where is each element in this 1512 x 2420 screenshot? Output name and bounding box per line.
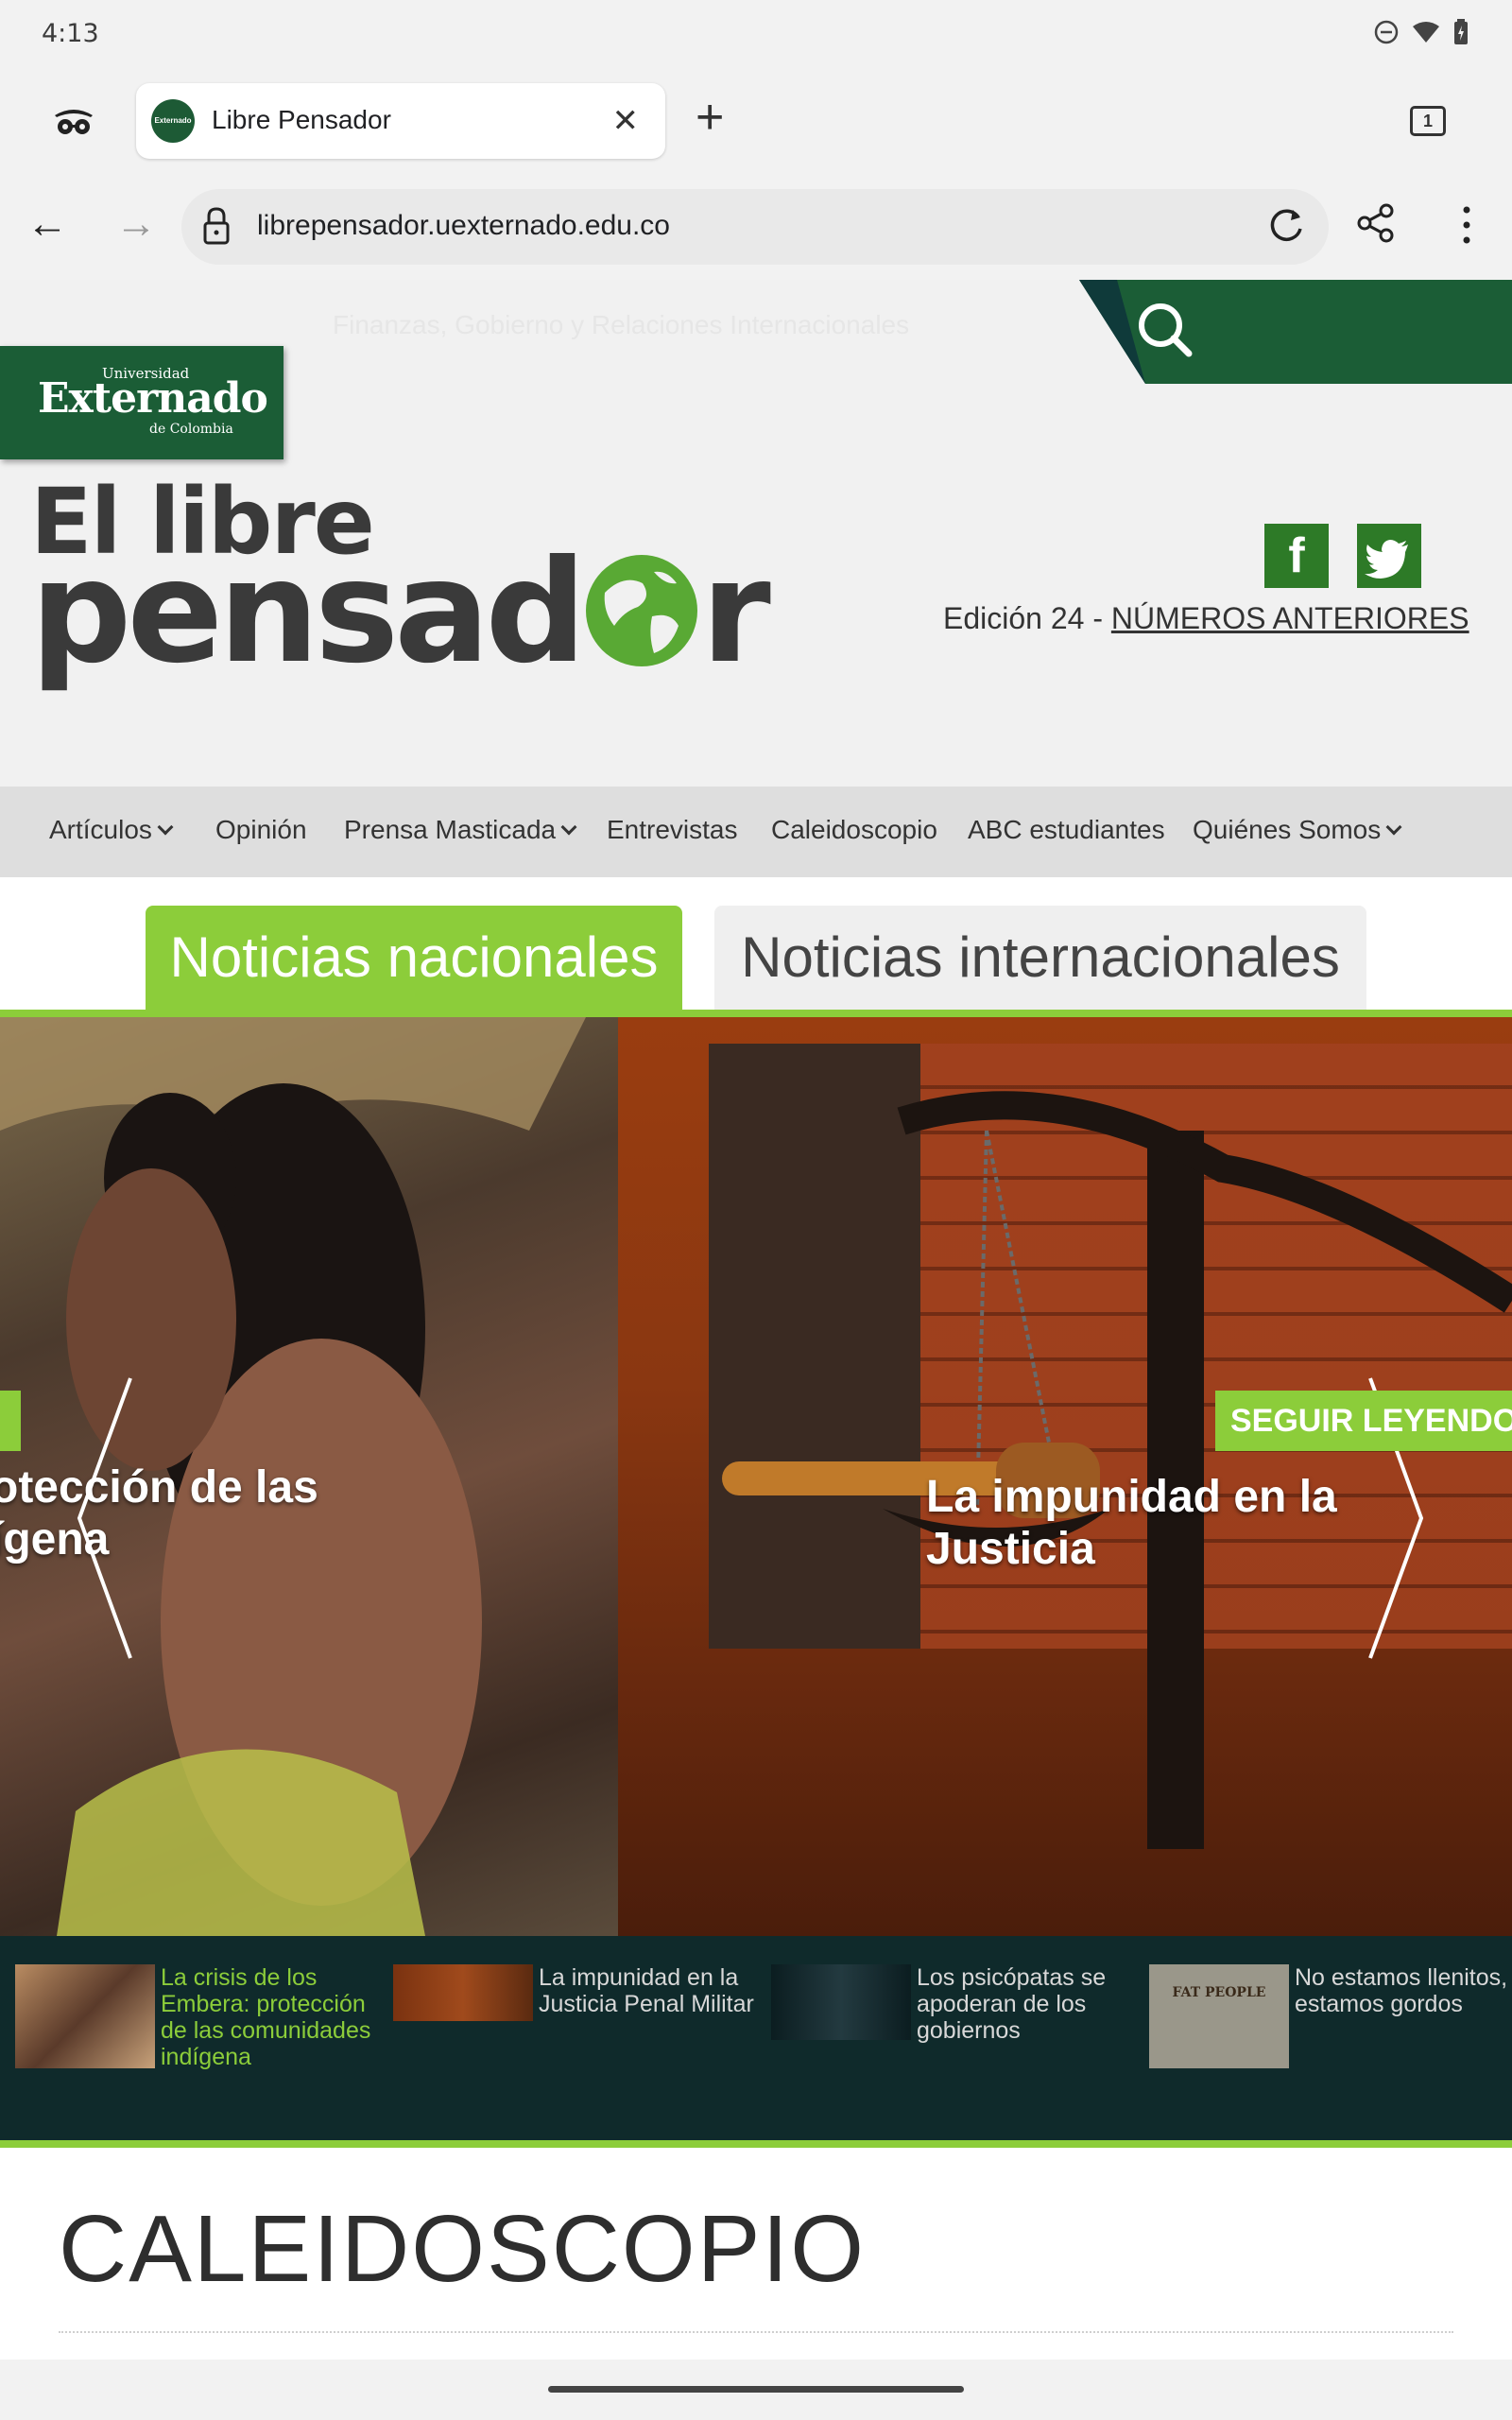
more-menu-icon[interactable] — [1457, 204, 1476, 246]
nav-item-label: ABC estudiantes — [968, 815, 1165, 844]
wifi-icon — [1413, 22, 1439, 43]
nav-item-entrevistas[interactable]: Entrevistas — [607, 815, 738, 845]
status-time: 4:13 — [42, 19, 99, 48]
read-more-button-partial[interactable] — [0, 1391, 21, 1451]
slide-left-caption[interactable]: otección de las ígena — [0, 1461, 318, 1565]
back-button[interactable]: ← — [26, 200, 68, 248]
status-icons — [1374, 19, 1469, 45]
nav-item-prensa-masticada[interactable]: Prensa Masticada — [344, 815, 577, 845]
slider-thumbnails: La crisis de los Embera: protección de l… — [0, 1936, 1512, 2140]
edition-info: Edición 24 - NÚMEROS ANTERIORES — [943, 601, 1469, 636]
tabs-divider — [0, 1010, 1512, 1017]
web-page: Finanzas, Gobierno y Relaciones Internac… — [0, 280, 1512, 2360]
chevron-left-icon[interactable] — [76, 1376, 132, 1660]
slide-left-caption-line-1: otección de las — [0, 1462, 318, 1512]
externado-logo[interactable]: Universidad Externado de Colombia — [0, 346, 284, 459]
logo-externado-label: Externado — [38, 374, 268, 423]
nav-item-label: Opinión — [215, 815, 307, 844]
do-not-disturb-icon — [1374, 20, 1399, 44]
brand-line-2[interactable]: pensad r — [30, 527, 771, 698]
new-tab-button[interactable]: + — [696, 89, 724, 146]
slide-left-caption-line-2: ígena — [0, 1514, 110, 1564]
tab-noticias-internacionales[interactable]: Noticias internacionales — [714, 906, 1366, 1015]
thumb-title: La crisis de los Embera: protección de l… — [161, 1964, 371, 2070]
edition-label: Edición 24 - — [943, 601, 1111, 635]
nav-item-label: Quiénes Somos — [1193, 815, 1382, 844]
site-tagline: Finanzas, Gobierno y Relaciones Internac… — [333, 310, 910, 339]
facebook-icon[interactable]: f — [1264, 524, 1329, 588]
slider-bottom-divider — [0, 2140, 1512, 2148]
brand-line-2-part-a: pensad — [30, 530, 587, 695]
nav-item-caleidoscopio[interactable]: Caleidoscopio — [771, 815, 937, 845]
browser-toolbar: ← → librepensador.uexternado.edu.co — [0, 174, 1512, 280]
address-bar[interactable]: librepensador.uexternado.edu.co — [181, 189, 1329, 265]
gesture-navigation-bar — [0, 2360, 1512, 2420]
logo-colombia-label: de Colombia — [149, 422, 233, 437]
home-gesture-handle[interactable] — [548, 2386, 964, 2393]
thumb-impunidad-image — [393, 1964, 533, 2021]
status-bar: 4:13 — [0, 0, 1512, 68]
twitter-icon[interactable] — [1357, 524, 1421, 588]
search-band[interactable] — [1079, 280, 1512, 384]
brand-line-2-part-b: r — [700, 530, 771, 695]
browser-tab[interactable]: Externado Libre Pensador ✕ — [136, 83, 665, 159]
nav-item-label: Entrevistas — [607, 815, 738, 844]
incognito-icon[interactable] — [53, 102, 94, 140]
forward-button[interactable]: → — [115, 200, 157, 248]
nav-item-label: Caleidoscopio — [771, 815, 937, 844]
caleidoscopio-section: CALEIDOSCOPIO — [0, 2148, 1512, 2360]
nav-item-quienes-somos[interactable]: Quiénes Somos — [1193, 815, 1402, 845]
browser-tab-strip: Externado Libre Pensador ✕ + 1 — [0, 68, 1512, 174]
chevron-down-icon — [157, 819, 174, 836]
tab-noticias-nacionales[interactable]: Noticias nacionales — [146, 906, 682, 1015]
news-slider[interactable]: otección de las ígena La impunidad en la… — [0, 1017, 1512, 1936]
section-divider — [59, 2331, 1453, 2333]
read-more-button[interactable]: SEGUIR LEYENDO — [1215, 1391, 1512, 1451]
site-favicon: Externado — [151, 99, 195, 143]
nav-item-label: Artículos — [49, 815, 152, 844]
reload-icon[interactable] — [1264, 204, 1308, 248]
globe-icon — [585, 555, 697, 666]
tab-switcher-button[interactable]: 1 — [1410, 106, 1446, 136]
back-issues-link[interactable]: NÚMEROS ANTERIORES — [1111, 601, 1469, 635]
tab-title: Libre Pensador — [212, 105, 391, 134]
nav-item-label: Prensa Masticada — [344, 815, 557, 844]
thumb-title: La impunidad en la Justicia Penal Milita… — [539, 1964, 754, 2017]
section-title: CALEIDOSCOPIO — [59, 2196, 866, 2302]
thumb-gordos-image: FAT PEOPLE — [1149, 1964, 1289, 2068]
chevron-down-icon — [560, 819, 577, 836]
nav-item-articulos[interactable]: Artículos — [49, 815, 174, 845]
battery-icon — [1454, 19, 1468, 44]
close-tab-icon[interactable]: ✕ — [612, 102, 640, 140]
nav-item-opinion[interactable]: Opinión — [215, 815, 307, 845]
lock-icon[interactable] — [202, 206, 231, 246]
site-navigation: Artículos Opinión Prensa Masticada Entre… — [0, 786, 1512, 877]
url-text[interactable]: librepensador.uexternado.edu.co — [257, 210, 670, 242]
nav-item-abc-estudiantes[interactable]: ABC estudiantes — [968, 815, 1165, 845]
thumb-psicopatas-image — [771, 1964, 911, 2040]
thumb-embera-image — [15, 1964, 155, 2068]
thumb-title: Los psicópatas se apoderan de los gobier… — [917, 1964, 1107, 2044]
thumb-title: No estamos llenitos, estamos gordos — [1295, 1964, 1508, 2017]
news-tabs: Noticias nacionales Noticias internacion… — [0, 877, 1512, 1015]
share-icon[interactable] — [1355, 202, 1397, 244]
chevron-down-icon — [1385, 819, 1402, 836]
